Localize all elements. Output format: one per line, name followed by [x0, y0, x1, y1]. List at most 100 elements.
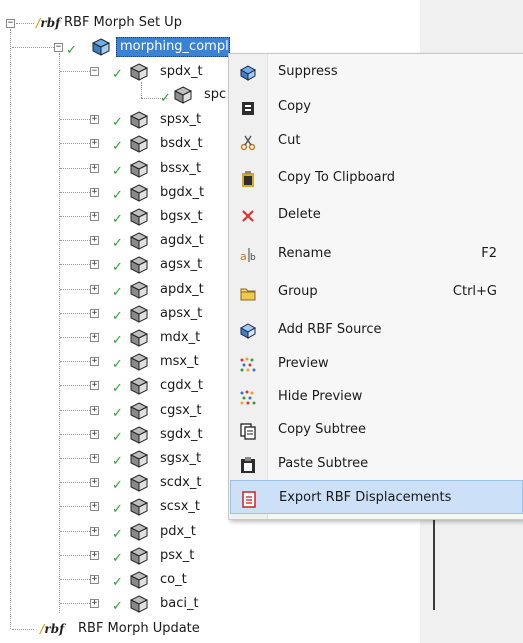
tree-node-label[interactable]: sgsx_t [160, 450, 201, 468]
check-icon: ✓ [112, 308, 123, 324]
expand-toggle[interactable]: + [90, 357, 99, 367]
menu-item-rename[interactable]: a b Rename F2 [230, 237, 523, 271]
expand-toggle[interactable]: + [90, 333, 99, 342]
expand-toggle[interactable]: + [90, 502, 99, 512]
menu-item-paste-subtree[interactable]: Paste Subtree [230, 447, 523, 481]
tree-node[interactable]: + ✓ scsx_t [0, 497, 230, 519]
cube-icon [174, 86, 192, 104]
tree-node[interactable]: + ✓ bsdx_t [0, 134, 230, 156]
tree-node-label[interactable]: scsx_t [160, 498, 200, 516]
expand-toggle[interactable]: + [90, 284, 99, 294]
expand-toggle[interactable]: + [90, 454, 99, 463]
tree-node-label[interactable]: spdx_t [160, 63, 203, 81]
tree-node[interactable]: + ✓ apsx_t [0, 304, 230, 326]
tree-node-label[interactable]: spsx_t [160, 111, 201, 129]
tree-node[interactable]: + ✓ baci_t [0, 594, 230, 616]
tree-node[interactable]: + ✓ spsx_t [0, 110, 230, 132]
expand-toggle[interactable]: + [90, 139, 99, 149]
tree-node-label[interactable]: cgdx_t [160, 377, 203, 395]
tree-node[interactable]: + ✓ bgdx_t [0, 183, 230, 205]
menu-item-export-rbf-displacements[interactable]: Export RBF Displacements [230, 480, 523, 514]
cube-icon [130, 256, 148, 275]
expand-toggle[interactable]: + [90, 478, 99, 488]
selected-node-label[interactable]: morphing_complete [116, 37, 230, 57]
tree-node-label[interactable]: apdx_t [160, 281, 204, 299]
menu-item-copy[interactable]: Copy [230, 90, 523, 124]
tree-node[interactable]: + ✓ agsx_t [0, 255, 230, 277]
tree-node-label[interactable]: bssx_t [160, 160, 201, 178]
expand-toggle[interactable]: + [90, 405, 99, 415]
collapse-toggle[interactable]: − [54, 43, 63, 52]
tree-node-label[interactable]: psx_t [160, 547, 194, 565]
tree-node-label[interactable]: co_t [160, 571, 187, 589]
check-icon: ✓ [112, 67, 123, 82]
tree-node-label[interactable]: bgdx_t [160, 184, 204, 202]
tree-node[interactable]: + ✓ agdx_t [0, 231, 230, 253]
tree-root-label[interactable]: RBF Morph Set Up [64, 14, 182, 32]
menu-item-label: Add RBF Source [278, 322, 382, 337]
menu-item-group[interactable]: Group Ctrl+G [230, 275, 523, 309]
menu-item-copy-subtree[interactable]: Copy Subtree [230, 413, 523, 447]
tree-node[interactable]: + ✓ sgdx_t [0, 425, 230, 447]
tree-node[interactable]: + ✓ pdx_t [0, 522, 230, 544]
collapse-toggle[interactable]: − [6, 19, 15, 28]
tree-node-label[interactable]: bsdx_t [160, 135, 203, 153]
add-source-icon [239, 323, 257, 339]
tree-node[interactable]: + ✓ scdx_t [0, 473, 230, 495]
expand-toggle[interactable]: + [90, 526, 99, 536]
tree-node[interactable]: + ✓ apdx_t [0, 280, 230, 302]
tree-connector [60, 264, 90, 266]
expand-toggle[interactable]: + [90, 550, 99, 560]
tree-node-label[interactable]: sgdx_t [160, 426, 203, 444]
menu-item-copy-to-clipboard[interactable]: Copy To Clipboard [230, 161, 523, 195]
tree-node-label[interactable]: spc [204, 86, 226, 104]
tree-node-label[interactable]: scdx_t [160, 474, 201, 492]
menu-item-label: Hide Preview [278, 389, 363, 404]
paste-subtree-icon [241, 457, 255, 473]
tree-connector [60, 409, 90, 411]
menu-item-shortcut: Ctrl+G [452, 284, 497, 299]
tree-node[interactable]: + ✓ co_t [0, 570, 230, 592]
menu-item-cut[interactable]: Cut [230, 124, 523, 158]
menu-item-delete[interactable]: Delete [230, 198, 523, 232]
tree-node-label[interactable]: msx_t [160, 353, 199, 371]
expand-toggle[interactable]: + [90, 308, 99, 318]
tree-node-label[interactable]: agdx_t [160, 232, 204, 250]
check-icon: ✓ [66, 43, 77, 58]
tree-node-label[interactable]: baci_t [160, 595, 199, 613]
tree-node[interactable]: + ✓ cgdx_t [0, 376, 230, 398]
expand-toggle[interactable]: + [90, 163, 99, 173]
tree-node[interactable]: + ✓ cgsx_t [0, 401, 230, 423]
tree-node-label[interactable]: mdx_t [160, 329, 200, 347]
menu-item-preview[interactable]: Preview [230, 347, 523, 381]
tree-node[interactable]: + ✓ psx_t [0, 546, 230, 568]
menu-item-suppress[interactable]: Suppress [230, 55, 523, 89]
tree-node[interactable]: + ✓ bssx_t [0, 159, 230, 181]
tree-node-label[interactable]: agsx_t [160, 256, 202, 274]
tree-node-label[interactable]: apsx_t [160, 305, 202, 323]
expand-toggle[interactable]: + [90, 381, 99, 391]
expand-toggle[interactable]: + [90, 260, 99, 270]
tree-node-label[interactable]: pdx_t [160, 523, 196, 541]
expand-toggle[interactable]: + [90, 187, 99, 197]
tree-update-label[interactable]: RBF Morph Update [78, 620, 200, 638]
tree-node[interactable]: + ✓ msx_t [0, 352, 230, 374]
tree-node[interactable]: + ✓ bgsx_t [0, 207, 230, 229]
expand-toggle[interactable]: + [90, 212, 99, 221]
menu-item-add-rbf-source[interactable]: Add RBF Source [230, 313, 523, 347]
tree-connector [16, 23, 34, 24]
tree-node[interactable]: + ✓ mdx_t [0, 328, 230, 350]
expand-toggle[interactable]: + [90, 236, 99, 246]
check-icon: ✓ [112, 429, 123, 445]
expand-toggle[interactable]: + [90, 429, 99, 439]
menu-item-hide-preview[interactable]: Hide Preview [230, 380, 523, 414]
tree-node-label[interactable]: cgsx_t [160, 402, 201, 420]
tree-node[interactable]: + ✓ sgsx_t [0, 449, 230, 471]
expand-toggle[interactable]: + [90, 575, 99, 584]
cube-icon [130, 208, 148, 226]
expand-toggle[interactable]: + [90, 599, 99, 609]
tree-node[interactable]: ✓ spdx_t [0, 62, 230, 84]
menu-item-label: Copy [278, 99, 311, 114]
tree-node-label[interactable]: bgsx_t [160, 208, 203, 226]
expand-toggle[interactable]: + [90, 115, 99, 125]
